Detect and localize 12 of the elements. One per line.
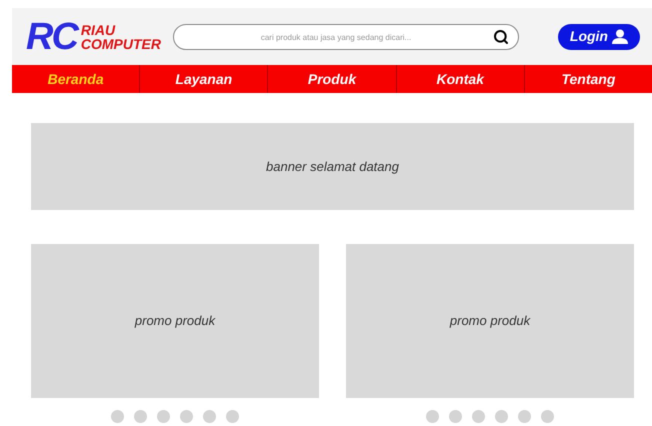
promo-card: promo produk xyxy=(346,244,634,398)
nav-tab[interactable]: Layanan xyxy=(139,65,268,93)
nav-tab[interactable]: Kontak xyxy=(396,65,524,93)
welcome-banner: banner selamat datang xyxy=(31,123,634,210)
user-icon xyxy=(612,29,628,44)
search-field[interactable]: cari produk atau jasa yang sedang dicari... xyxy=(173,24,520,50)
nav-tab[interactable]: Beranda xyxy=(12,65,140,93)
search-icon[interactable] xyxy=(493,28,510,44)
promo-card: promo produk xyxy=(31,244,319,398)
nav-tab[interactable]: Tentang xyxy=(524,65,652,93)
nav-tab[interactable]: Produk xyxy=(267,65,396,93)
login-button[interactable]: Login xyxy=(558,24,640,50)
